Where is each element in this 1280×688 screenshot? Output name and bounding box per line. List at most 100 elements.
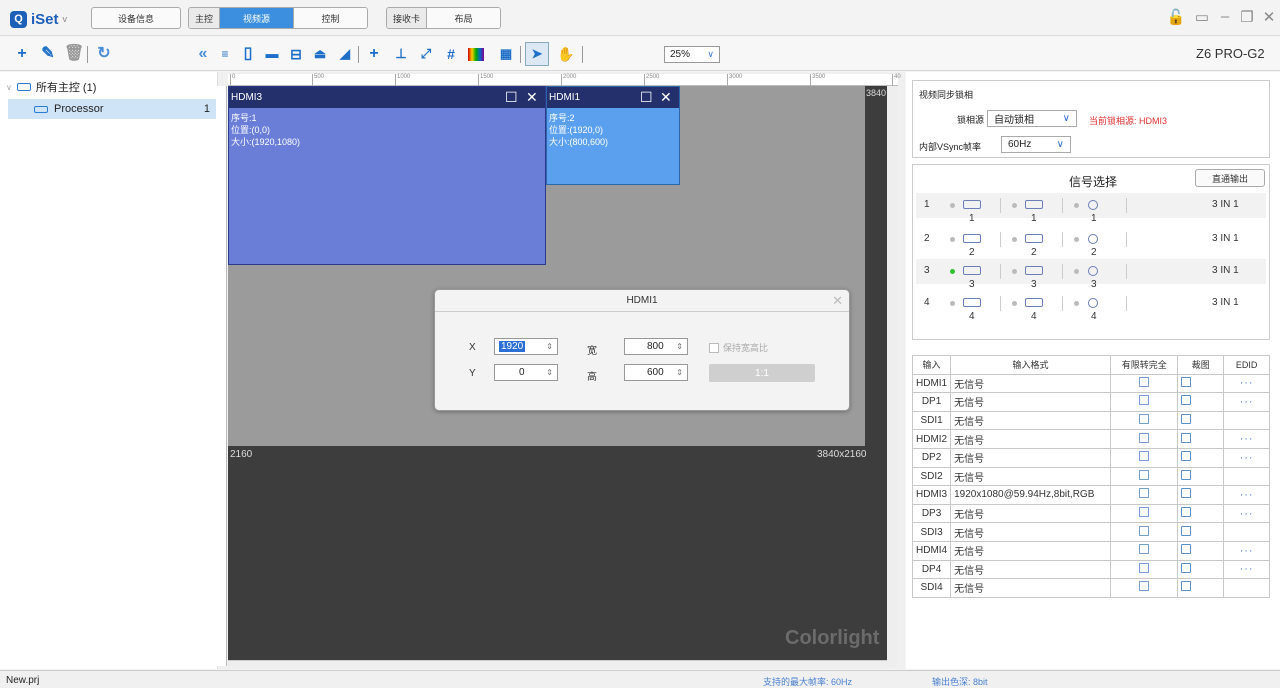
table-row[interactable]: DP4 无信号 ··· xyxy=(911,559,1270,580)
hdmi-port-icon[interactable] xyxy=(963,234,981,243)
upload-icon[interactable]: ⏏ xyxy=(310,44,330,64)
limited-full-checkbox[interactable] xyxy=(1139,451,1150,462)
crop-icon[interactable] xyxy=(1181,544,1192,555)
crop-icon[interactable] xyxy=(1181,451,1192,462)
limited-full-checkbox[interactable] xyxy=(1139,432,1150,443)
edit-icon[interactable]: ✎ xyxy=(38,44,58,64)
dp-port-icon[interactable] xyxy=(1025,298,1043,307)
layer-window-hdmi1[interactable]: HDMI1 ☐ ✕ 序号:2 位置:(1920,0) 大小:(800,600) xyxy=(546,86,680,185)
table-row[interactable]: DP1 无信号 ··· xyxy=(911,392,1270,412)
close-icon[interactable]: ✕ xyxy=(526,89,538,106)
monitor-icon[interactable]: ▭ xyxy=(1191,8,1213,26)
edid-more-icon[interactable]: ··· xyxy=(1240,489,1254,501)
crop-icon[interactable] xyxy=(1181,581,1192,592)
layer-window-hdmi3[interactable]: HDMI3 ☐ ✕ 序号:1 位置:(0,0) 大小:(1920,1080) xyxy=(228,86,546,265)
edid-more-icon[interactable]: ··· xyxy=(1240,377,1254,389)
x-input[interactable]: 1920 ⇕ xyxy=(494,338,558,355)
fit-icon[interactable]: ⤢ xyxy=(416,44,436,64)
tab-control[interactable]: 控制 xyxy=(293,8,368,28)
edid-more-icon[interactable]: ··· xyxy=(1240,433,1254,445)
sdi-port-icon[interactable] xyxy=(1088,234,1098,244)
hdmi-port-icon[interactable] xyxy=(963,200,981,209)
table-row[interactable]: DP3 无信号 ··· xyxy=(911,503,1270,524)
grid-icon[interactable]: # xyxy=(441,44,461,64)
hdmi-port-icon[interactable] xyxy=(963,298,981,307)
direct-output-button[interactable]: 直通输出 xyxy=(1195,169,1265,187)
open-folder-icon[interactable]: ▬ xyxy=(262,44,282,64)
crop-icon[interactable] xyxy=(1181,469,1192,480)
stepper-icon[interactable]: ⇕ xyxy=(546,342,553,351)
limited-full-checkbox[interactable] xyxy=(1139,525,1150,536)
table-row[interactable]: SDI1 无信号 xyxy=(911,410,1270,431)
lock-icon[interactable]: 🔓 xyxy=(1165,8,1187,26)
close-icon[interactable]: ✕ xyxy=(832,293,843,309)
zoom-select[interactable]: 25% ∨ xyxy=(664,46,720,63)
maximize-icon[interactable]: ☐ xyxy=(640,89,653,106)
menu-icon[interactable]: ≡ xyxy=(215,44,235,64)
restore-icon[interactable]: ❐ xyxy=(1236,8,1258,26)
table-row[interactable]: HDMI4 无信号 ··· xyxy=(911,540,1270,561)
edid-more-icon[interactable]: ··· xyxy=(1240,508,1254,520)
limited-full-checkbox[interactable] xyxy=(1139,488,1150,499)
crop-icon[interactable] xyxy=(1181,414,1192,425)
layout-icon[interactable]: ▦ xyxy=(496,44,516,64)
table-row[interactable]: SDI2 无信号 xyxy=(911,466,1270,487)
stepper-icon[interactable]: ⇕ xyxy=(676,368,683,377)
collapse-panel-icon[interactable]: « xyxy=(193,44,213,64)
tree-item-processor[interactable]: Processor 1 xyxy=(8,99,216,119)
add-icon[interactable]: + xyxy=(12,44,32,64)
refresh-icon[interactable]: ↻ xyxy=(94,44,114,64)
edid-more-icon[interactable]: ··· xyxy=(1240,396,1254,408)
crop-icon[interactable] xyxy=(1181,376,1192,387)
sdi-port-icon[interactable] xyxy=(1088,266,1098,276)
close-icon[interactable]: ✕ xyxy=(660,89,672,106)
crop-icon[interactable] xyxy=(1181,525,1192,536)
window-titlebar[interactable]: HDMI3 xyxy=(229,87,545,108)
crop-icon[interactable] xyxy=(1181,488,1192,499)
dp-port-icon[interactable] xyxy=(1025,234,1043,243)
maximize-icon[interactable]: ☐ xyxy=(505,89,518,106)
y-input[interactable]: 0 ⇕ xyxy=(494,364,558,381)
save-icon[interactable]: ⊟ xyxy=(286,44,306,64)
horizontal-scrollbar[interactable] xyxy=(228,660,887,669)
table-row[interactable]: SDI3 无信号 xyxy=(911,522,1270,542)
dp-port-icon[interactable] xyxy=(1025,266,1043,275)
tab-video-source[interactable]: 视频源 xyxy=(219,8,294,28)
table-row[interactable]: DP2 无信号 ··· xyxy=(911,447,1270,468)
limited-full-checkbox[interactable] xyxy=(1139,581,1150,592)
table-row[interactable]: HDMI2 无信号 ··· xyxy=(911,429,1270,449)
edid-more-icon[interactable]: ··· xyxy=(1240,563,1254,575)
vsync-select[interactable]: 60Hz ∨ xyxy=(1001,136,1071,153)
hdmi-port-icon[interactable] xyxy=(963,266,981,275)
new-file-icon[interactable]: ▯ xyxy=(238,44,258,64)
table-row[interactable]: SDI4 无信号 xyxy=(911,578,1270,598)
limited-full-checkbox[interactable] xyxy=(1139,395,1150,406)
vertical-scrollbar[interactable] xyxy=(887,86,897,667)
table-row[interactable]: HDMI1 无信号 ··· xyxy=(911,373,1270,394)
table-row[interactable]: HDMI3 1920x1080@59.94Hz,8bit,RGB ··· xyxy=(911,485,1270,505)
stepper-icon[interactable]: ⇕ xyxy=(546,368,553,377)
limited-full-checkbox[interactable] xyxy=(1139,562,1150,573)
limited-full-checkbox[interactable] xyxy=(1139,469,1150,480)
pointer-icon[interactable]: ➤ xyxy=(525,42,549,66)
device-info-button[interactable]: 设备信息 xyxy=(91,7,181,29)
crop-icon[interactable] xyxy=(1181,507,1192,518)
edid-more-icon[interactable]: ··· xyxy=(1240,452,1254,464)
tab-layout[interactable]: 布局 xyxy=(426,8,501,28)
crop-icon[interactable] xyxy=(1181,562,1192,573)
width-input[interactable]: 800 ⇕ xyxy=(624,338,688,355)
download-icon[interactable]: ◢ xyxy=(335,44,355,64)
limited-full-checkbox[interactable] xyxy=(1139,376,1150,387)
sdi-port-icon[interactable] xyxy=(1088,298,1098,308)
insert-icon[interactable]: ⊥ xyxy=(391,44,411,64)
delete-icon[interactable]: 🗑 xyxy=(64,44,84,64)
limited-full-checkbox[interactable] xyxy=(1139,544,1150,555)
lock-source-select[interactable]: 自动锁相 ∨ xyxy=(987,110,1077,127)
crop-icon[interactable] xyxy=(1181,432,1192,443)
hand-icon[interactable]: ✋ xyxy=(556,44,576,64)
edid-more-icon[interactable]: ··· xyxy=(1240,545,1254,557)
add-window-icon[interactable]: + xyxy=(364,44,384,64)
tree-root[interactable]: ∨ 所有主控 (1) xyxy=(6,78,96,96)
keep-ratio-checkbox[interactable]: 保持宽高比 xyxy=(709,341,768,354)
height-input[interactable]: 600 ⇕ xyxy=(624,364,688,381)
